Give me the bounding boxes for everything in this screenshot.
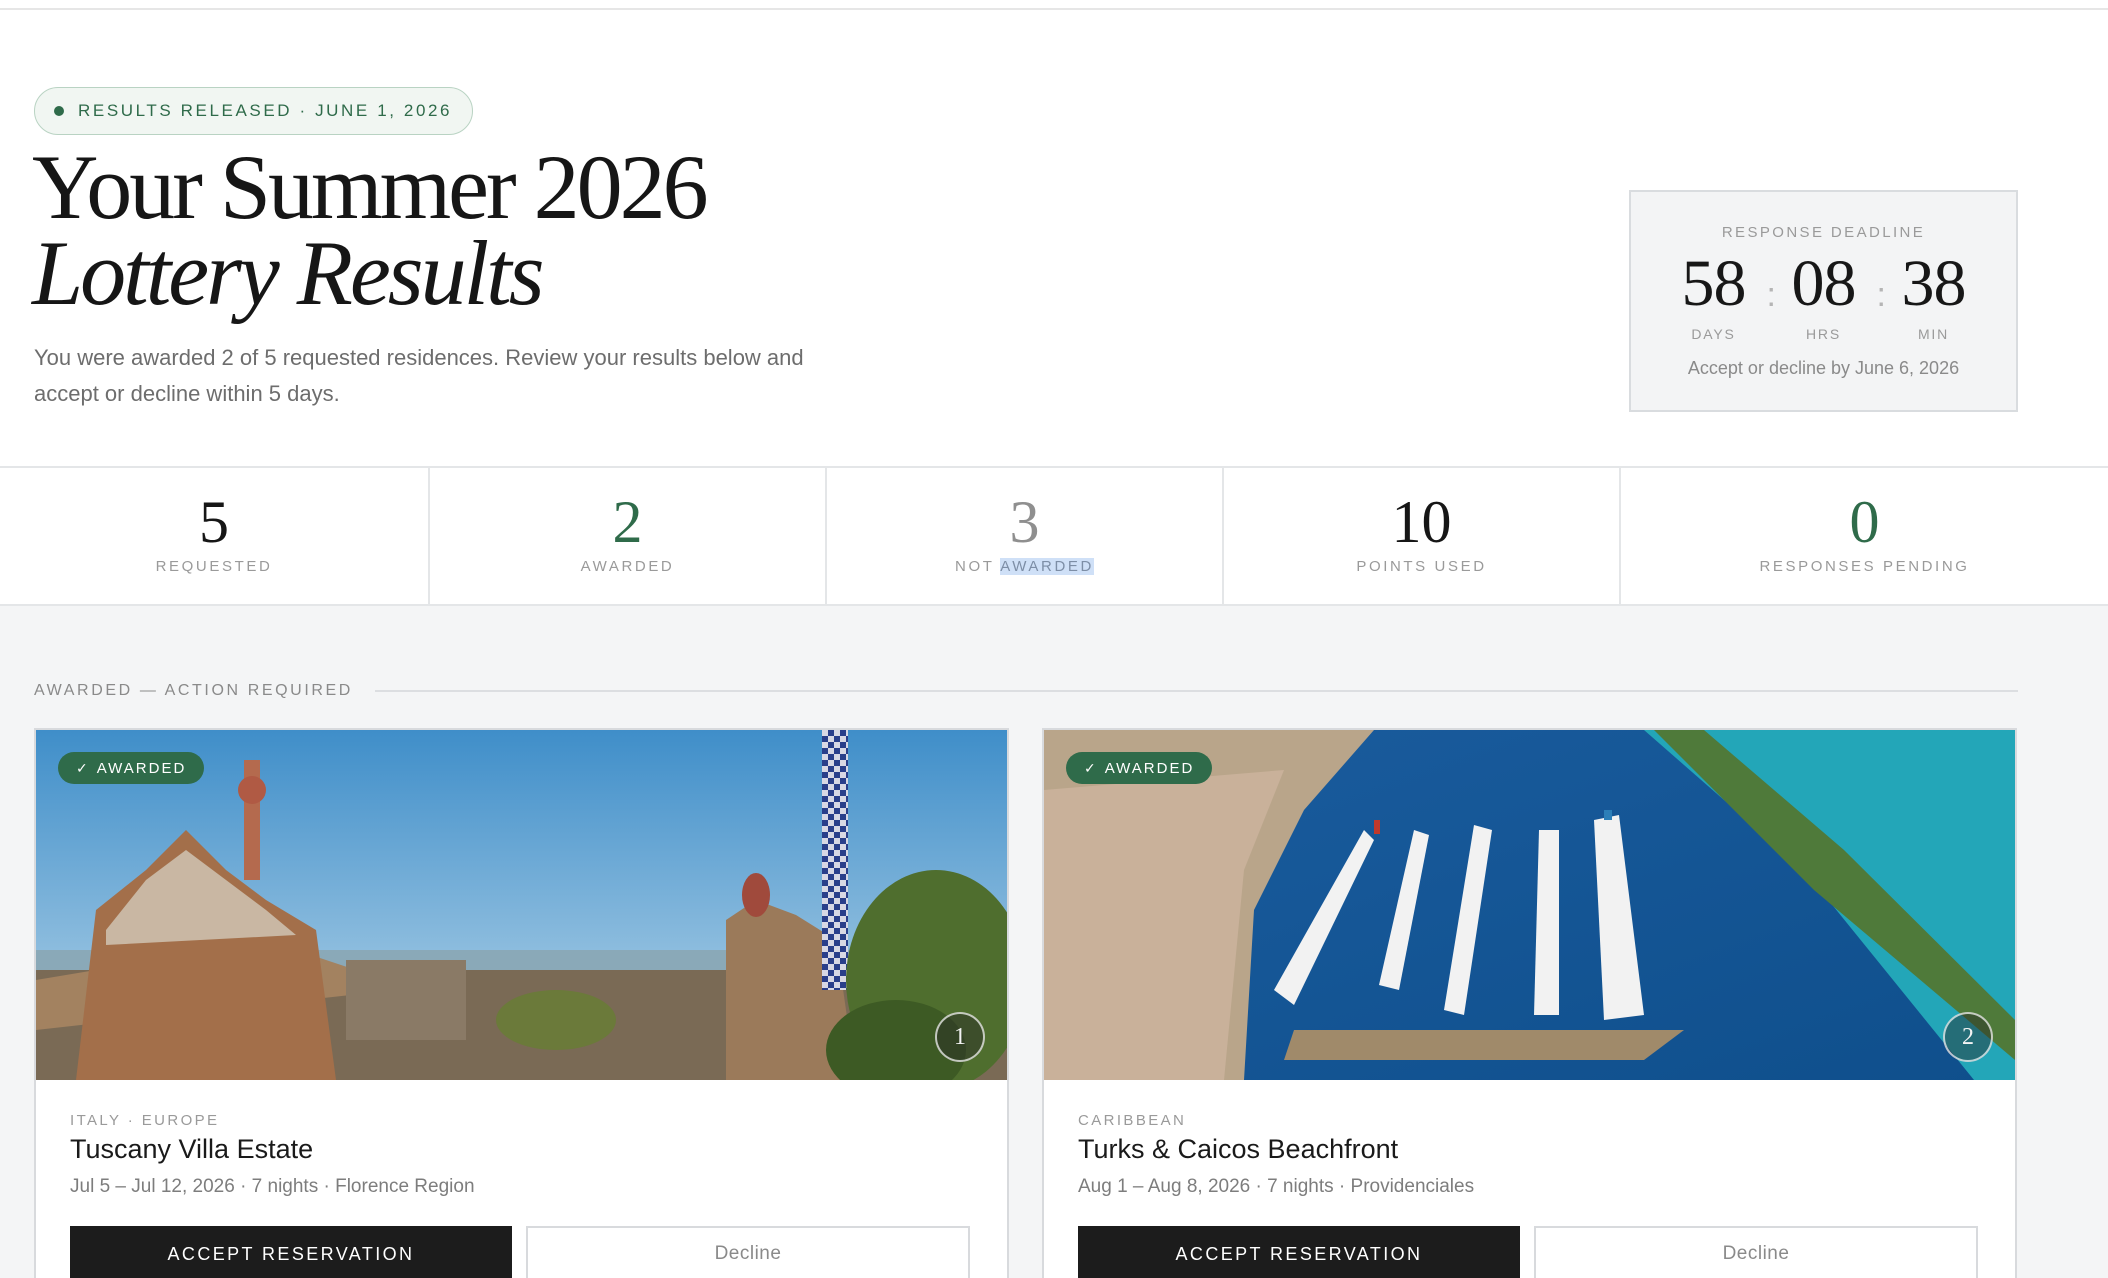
- status-pill-text: RESULTS RELEASED · JUNE 1, 2026: [78, 101, 453, 120]
- section-title: AWARDED — ACTION REQUIRED: [34, 682, 353, 699]
- preference-rank-badge: 1: [935, 1012, 985, 1062]
- accept-reservation-button[interactable]: ACCEPT RESERVATION: [1078, 1226, 1520, 1278]
- check-icon: ✓: [1084, 759, 1096, 776]
- decline-button[interactable]: Decline: [526, 1226, 970, 1278]
- residence-name: Tuscany Villa Estate: [70, 1134, 314, 1164]
- results-status-pill: RESULTS RELEASED · JUNE 1, 2026: [34, 87, 474, 135]
- residence-name: Turks & Caicos Beachfront: [1078, 1134, 1399, 1164]
- decline-button[interactable]: Decline: [1534, 1226, 1978, 1278]
- stat-value: 5: [199, 489, 229, 555]
- countdown-days-value: 58: [1681, 247, 1747, 320]
- awarded-section: AWARDED — ACTION REQUIRED ✓ AWARDED 1 IT…: [0, 606, 2108, 1278]
- stat-value: 10: [1391, 489, 1452, 555]
- check-icon: ✓: [76, 759, 88, 776]
- accept-reservation-button[interactable]: ACCEPT RESERVATION: [70, 1226, 512, 1278]
- countdown-minutes: 38 MIN: [1881, 247, 1987, 343]
- page-title-line2: Lottery Results: [32, 222, 545, 324]
- results-hero: RESULTS RELEASED · JUNE 1, 2026 Your Sum…: [0, 10, 2108, 466]
- preference-rank-badge: 2: [1943, 1012, 1993, 1062]
- countdown-minutes-value: 38: [1901, 247, 1967, 320]
- results-intro: You were awarded 2 of 5 requested reside…: [34, 345, 804, 406]
- stat-label: POINTS USED: [1356, 558, 1487, 575]
- countdown-hours-value: 08: [1791, 247, 1857, 320]
- response-deadline-panel: RESPONSE DEADLINE 58 DAYS : 08 HRS : 38 …: [1629, 190, 2018, 412]
- stat-responses-pending: 0 RESPONSES PENDING: [1621, 468, 2108, 604]
- residence-region: CARIBBEAN: [1078, 1112, 1187, 1129]
- deadline-label: RESPONSE DEADLINE: [1721, 224, 1926, 241]
- stat-value: 0: [1849, 489, 1880, 555]
- stat-awarded: 2 AWARDED: [430, 468, 827, 604]
- stat-label-selected-text: AWARDED: [1000, 558, 1094, 575]
- countdown-days: 58 DAYS: [1661, 247, 1767, 343]
- awarded-badge: ✓ AWARDED: [58, 752, 205, 784]
- page-title: Your Summer 2026 Lottery Results: [32, 141, 709, 324]
- stat-not-awarded: 3 NOT AWARDED: [827, 468, 1224, 604]
- deadline-note: Accept or decline by June 6, 2026: [1687, 358, 1960, 378]
- section-divider: [374, 690, 2018, 692]
- awarded-badge-text: AWARDED: [1104, 759, 1195, 777]
- stat-label: RESPONSES PENDING: [1759, 558, 1970, 575]
- stat-label: REQUESTED: [155, 558, 273, 575]
- countdown-days-label: DAYS: [1691, 326, 1736, 342]
- stat-value: 3: [1009, 489, 1040, 555]
- residence-dates: Aug 1 – Aug 8, 2026 · 7 nights · Provide…: [1078, 1176, 1475, 1197]
- residence-card-tuscany: ✓ AWARDED 1 ITALY · EUROPE Tuscany Villa…: [34, 728, 1009, 1278]
- residence-region: ITALY · EUROPE: [70, 1112, 220, 1129]
- results-stats-bar: 5 REQUESTED 2 AWARDED 3 NOT AWARDED 10 P…: [0, 466, 2108, 606]
- awarded-badge: ✓ AWARDED: [1066, 752, 1213, 784]
- residence-card-turks-caicos: ✓ AWARDED 2 CARIBBEAN Turks & Caicos Bea…: [1042, 728, 2017, 1278]
- countdown-minutes-label: MIN: [1917, 326, 1950, 342]
- stat-value: 2: [612, 489, 643, 555]
- stat-points-used: 10 POINTS USED: [1224, 468, 1621, 604]
- residence-dates: Jul 5 – Jul 12, 2026 · 7 nights · Floren…: [70, 1176, 475, 1197]
- residence-photo: ✓ AWARDED 2: [1044, 730, 2015, 1080]
- stat-label: AWARDED: [580, 558, 675, 575]
- stat-label-prefix: NOT: [955, 558, 1001, 575]
- stat-label: NOT AWARDED: [827, 558, 1222, 575]
- awarded-badge-text: AWARDED: [96, 759, 187, 777]
- countdown-timer: 58 DAYS : 08 HRS : 38 MIN: [1631, 247, 2016, 343]
- countdown-hours-label: HRS: [1806, 326, 1841, 342]
- section-header: AWARDED — ACTION REQUIRED: [34, 682, 2018, 700]
- countdown-hours: 08 HRS: [1771, 247, 1877, 343]
- status-dot-icon: [54, 106, 64, 116]
- stat-requested: 5 REQUESTED: [0, 468, 430, 604]
- residence-photo: ✓ AWARDED 1: [36, 730, 1007, 1080]
